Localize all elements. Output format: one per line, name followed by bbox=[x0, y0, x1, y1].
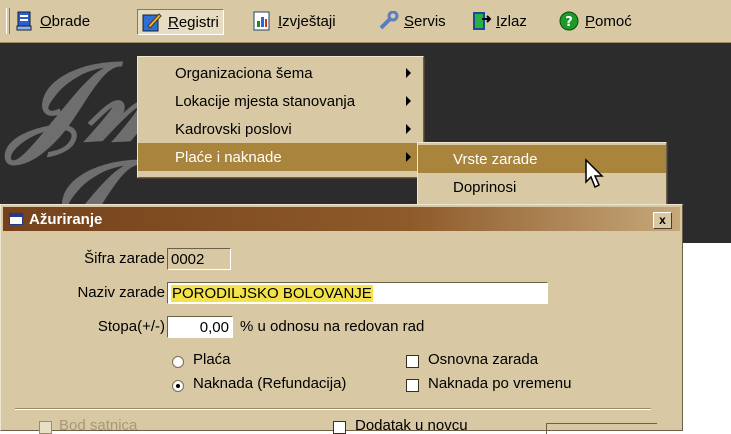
wrench-icon bbox=[378, 10, 399, 31]
menu-registri-label: Registri bbox=[168, 13, 219, 31]
menu-izvjestaji-label: Izvještaji bbox=[278, 12, 336, 30]
menu-izlaz-label: Izlaz bbox=[496, 12, 527, 30]
menu-izlaz[interactable]: Izlaz bbox=[470, 9, 527, 33]
menu-pomoc[interactable]: ? Pomoć bbox=[559, 9, 632, 33]
menu-item-lokacije[interactable]: Lokacije mjesta stanovanja bbox=[138, 87, 423, 115]
desktop-background-edge bbox=[680, 190, 731, 243]
registri-dropdown: Organizaciona šema Lokacije mjesta stano… bbox=[137, 56, 424, 178]
stopa-suffix: % u odnosu na redovan rad bbox=[240, 318, 425, 335]
group-separator bbox=[15, 408, 651, 410]
check-bod-satnica-label: Bod satnica bbox=[59, 417, 138, 434]
check-osnovna-zarada-label[interactable]: Osnovna zarada bbox=[428, 351, 538, 368]
check-naknada-po-vremenu-label[interactable]: Naknada po vremenu bbox=[428, 375, 571, 392]
stopa-field[interactable]: 0,00 bbox=[167, 316, 233, 338]
submenu-arrow-icon bbox=[406, 152, 411, 162]
menu-item-label: Lokacije mjesta stanovanja bbox=[175, 92, 356, 110]
check-dodatak-u-novcu-label[interactable]: Dodatak u novcu bbox=[355, 417, 468, 434]
dialog-title: Ažuriranje bbox=[29, 210, 103, 228]
menu-servis-label: Servis bbox=[404, 12, 446, 30]
check-naknada-po-vremenu[interactable] bbox=[406, 379, 419, 392]
menu-item-vrste-zarade[interactable]: Vrste zarade bbox=[418, 145, 666, 173]
menu-registri[interactable]: Registri bbox=[137, 9, 224, 35]
menu-item-kadrovski-poslovi[interactable]: Kadrovski poslovi bbox=[138, 115, 423, 143]
submenu-arrow-icon bbox=[406, 124, 411, 134]
menu-item-label: Vrste zarade bbox=[453, 150, 538, 168]
menu-pomoc-label: Pomoć bbox=[585, 12, 632, 30]
help-icon: ? bbox=[559, 11, 579, 31]
naziv-label: Naziv zarade bbox=[77, 284, 165, 301]
menu-bar: Obrade Registri Izvještaji Servis Izlaz … bbox=[0, 0, 731, 43]
menu-item-doprinosi[interactable]: Doprinosi bbox=[418, 173, 666, 201]
close-button[interactable]: x bbox=[653, 212, 672, 229]
radio-naknada[interactable] bbox=[172, 380, 184, 392]
check-bod-satnica[interactable] bbox=[39, 421, 52, 434]
window-icon bbox=[9, 213, 23, 225]
radio-naknada-label[interactable]: Naknada (Refundacija) bbox=[193, 375, 346, 392]
azuriranje-dialog: Ažuriranje x Šifra zarade 0002 Naziv zar… bbox=[0, 204, 683, 434]
menu-item-label: Doprinosi bbox=[453, 178, 517, 196]
menu-item-label: Plaće i naknade bbox=[175, 148, 282, 166]
menu-item-label: Kadrovski poslovi bbox=[175, 120, 292, 138]
check-dodatak-u-novcu[interactable] bbox=[333, 421, 346, 434]
sifra-field[interactable]: 0002 bbox=[167, 248, 231, 270]
menu-item-organizaciona-sema[interactable]: Organizaciona šema bbox=[138, 59, 423, 87]
menu-obrade-label: Obrade bbox=[40, 12, 91, 30]
dialog-titlebar[interactable]: Ažuriranje x bbox=[3, 207, 680, 231]
naziv-value: PORODILJSKO BOLOVANJE bbox=[171, 284, 373, 302]
menu-item-place-i-naknade[interactable]: Plaće i naknade bbox=[138, 143, 423, 171]
submenu-arrow-icon bbox=[406, 68, 411, 78]
mouse-cursor-icon bbox=[584, 158, 608, 195]
menu-obrade[interactable]: Obrade bbox=[14, 9, 90, 33]
sifra-label: Šifra zarade bbox=[84, 250, 165, 267]
menu-item-label: Organizaciona šema bbox=[175, 64, 313, 82]
submenu-arrow-icon bbox=[406, 96, 411, 106]
book-icon bbox=[14, 11, 34, 31]
menu-servis[interactable]: Servis bbox=[378, 9, 446, 33]
check-osnovna-zarada[interactable] bbox=[406, 355, 419, 368]
naziv-field[interactable]: PORODILJSKO BOLOVANJE bbox=[167, 282, 548, 304]
stopa-label: Stopa(+/-) bbox=[97, 318, 165, 335]
place-submenu: Vrste zarade Doprinosi bbox=[417, 142, 667, 206]
menu-izvjestaji[interactable]: Izvještaji bbox=[252, 9, 336, 33]
menubar-grip bbox=[6, 8, 10, 34]
exit-door-icon bbox=[470, 11, 492, 31]
svg-text:?: ? bbox=[565, 15, 573, 30]
report-icon bbox=[252, 11, 272, 31]
pencil-icon bbox=[142, 12, 162, 32]
radio-placa-label[interactable]: Plaća bbox=[193, 351, 231, 368]
radio-placa[interactable] bbox=[172, 356, 184, 368]
